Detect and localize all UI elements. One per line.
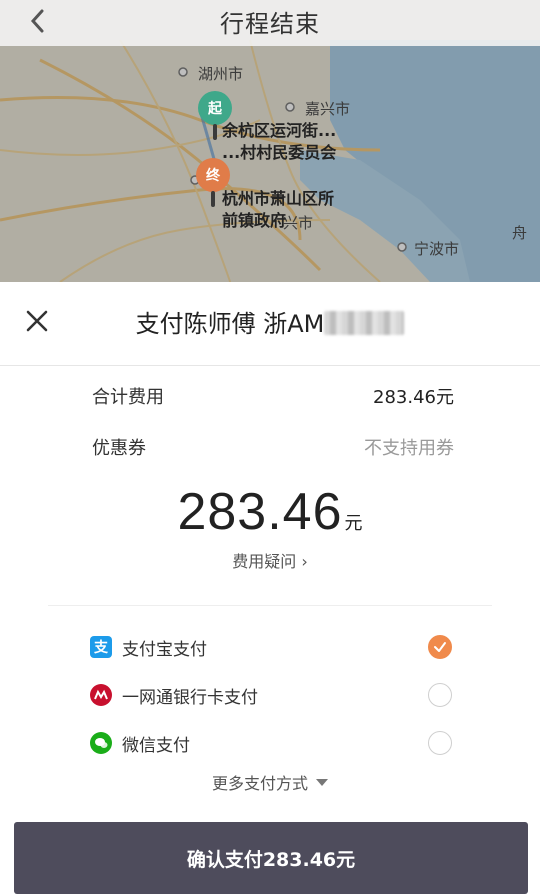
title-bar: 行程结束: [0, 0, 540, 46]
payment-sheet: 支付陈师傅 浙AM 合计费用 283.46元 优惠券 不支持用券 283.46 元…: [0, 282, 540, 894]
more-payment-methods[interactable]: 更多支付方式: [0, 770, 540, 794]
start-address-line2: ...村村民委员会: [222, 143, 337, 162]
start-address-line1: 余杭区运河街...: [222, 121, 337, 140]
payment-option-cmb[interactable]: 一网通银行卡支付: [90, 680, 452, 710]
license-plate-blurred: [324, 311, 405, 335]
payment-option-alipay[interactable]: 支 支付宝支付: [90, 632, 452, 662]
fee-total-label: 合计费用: [92, 387, 164, 408]
start-address: 余杭区运河街... ...村村民委员会: [222, 120, 336, 164]
divider: [48, 605, 492, 606]
end-pin: 终: [196, 158, 230, 192]
coupon-label: 优惠券: [92, 438, 146, 459]
wechat-logo-mark: [95, 738, 108, 748]
payment-title: 支付陈师傅 浙AM: [0, 304, 540, 339]
coupon-row[interactable]: 优惠券 不支持用券: [92, 433, 454, 461]
radio-unselected[interactable]: [428, 731, 452, 755]
payment-amount-unit: 元: [344, 513, 363, 534]
cmb-icon: [90, 684, 112, 706]
confirm-pay-button[interactable]: 确认支付283.46元: [14, 822, 528, 894]
payment-option-wechat[interactable]: 微信支付: [90, 728, 452, 758]
payment-option-label: 微信支付: [122, 735, 190, 756]
wechat-icon: [90, 732, 112, 754]
radio-unselected[interactable]: [428, 683, 452, 707]
fee-total-row: 合计费用 283.46元: [92, 382, 454, 410]
end-pin-stem: [211, 191, 215, 207]
end-pin-label: 终: [206, 168, 220, 184]
payment-amount-number: 283.46: [177, 483, 343, 541]
payment-option-label: 支付宝支付: [122, 639, 207, 660]
payment-option-label: 一网通银行卡支付: [122, 687, 258, 708]
route-map[interactable]: 湖州市 嘉兴市 兴市 宁波市 舟 起 余杭区运河街... ...村村民委员会 终…: [0, 0, 540, 282]
radio-selected[interactable]: [428, 635, 452, 659]
fee-total-value: 283.46元: [373, 387, 454, 408]
checkmark-icon: [434, 642, 446, 652]
cmb-logo-mark: [94, 689, 108, 700]
start-pin-label: 起: [208, 101, 222, 117]
more-payment-methods-label: 更多支付方式: [211, 774, 308, 793]
chevron-down-icon: [316, 779, 328, 786]
payment-title-text: 支付陈师傅 浙AM: [135, 310, 325, 338]
page-title: 行程结束: [220, 10, 320, 38]
end-address-line2: 前镇政府: [222, 211, 287, 230]
coupon-value: 不支持用券: [364, 438, 454, 459]
start-pin-stem: [213, 124, 217, 140]
payment-amount: 283.46 元: [0, 482, 540, 542]
end-address: 杭州市萧山区所 前镇政府: [222, 188, 334, 232]
fee-question-link[interactable]: 费用疑问 ›: [0, 548, 540, 572]
end-address-line1: 杭州市萧山区所: [222, 189, 335, 208]
payment-sheet-header: 支付陈师傅 浙AM: [0, 282, 540, 366]
alipay-icon: 支: [90, 636, 112, 658]
